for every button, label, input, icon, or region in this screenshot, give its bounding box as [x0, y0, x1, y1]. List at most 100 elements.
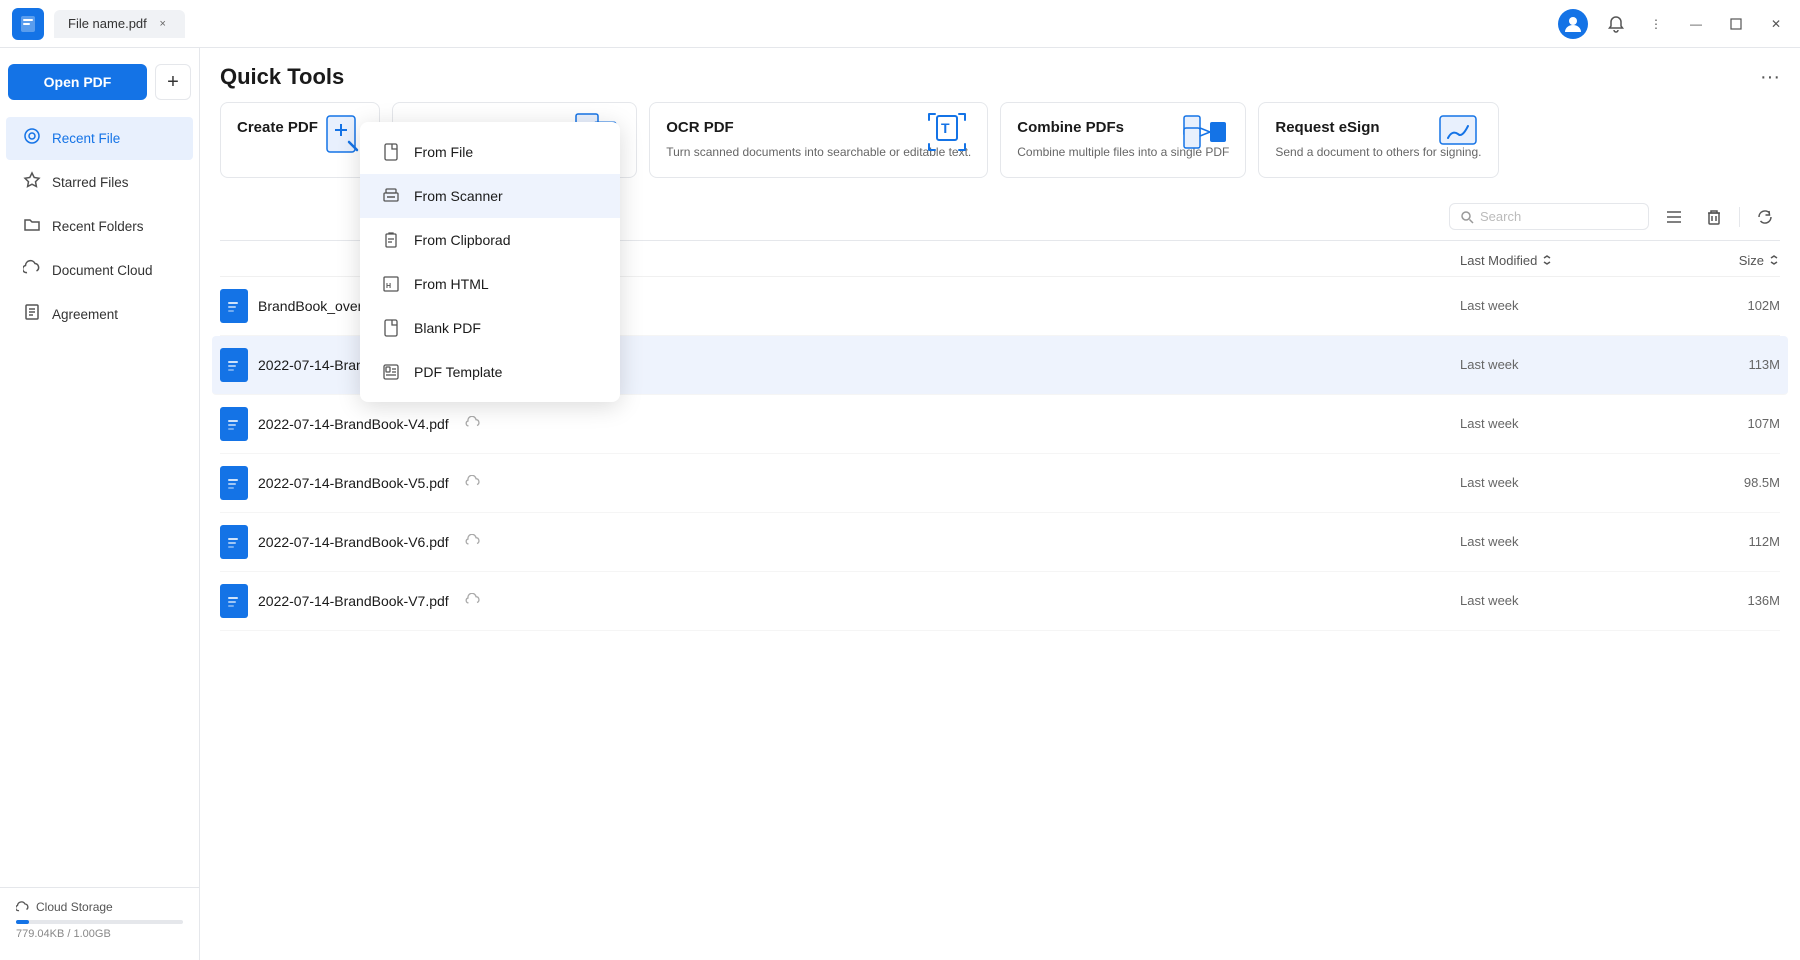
- sidebar: Open PDF + Recent File Starred Files R: [0, 48, 200, 960]
- dropdown-menu: From File From Scanner From Clipborad H …: [360, 122, 620, 402]
- ocr-pdf-icon: T: [921, 106, 973, 163]
- file-name-cell: 2022-07-14-BrandBook-V7.pdf: [220, 584, 1460, 618]
- maximize-button[interactable]: [1724, 12, 1748, 36]
- dropdown-item-label-from-html: From HTML: [414, 276, 489, 292]
- file-size: 136M: [1660, 593, 1780, 608]
- dropdown-item-label-from-scanner: From Scanner: [414, 188, 503, 204]
- sidebar-item-label-folders: Recent Folders: [52, 219, 144, 234]
- dropdown-item-from-clipboard[interactable]: From Clipborad: [360, 218, 620, 262]
- file-name-cell: 2022-07-14-BrandBook-V6.pdf: [220, 525, 1460, 559]
- blank-pdf-icon: [380, 317, 402, 339]
- agreement-icon: [22, 303, 42, 326]
- tool-card-combine-pdfs[interactable]: Combine PDFs Combine multiple files into…: [1000, 102, 1246, 178]
- bell-icon[interactable]: [1604, 12, 1628, 36]
- more-options-icon[interactable]: ⋮: [1644, 12, 1668, 36]
- search-box[interactable]: Search: [1449, 203, 1649, 230]
- delete-btn[interactable]: [1699, 202, 1729, 232]
- new-file-button[interactable]: +: [155, 64, 191, 100]
- pdf-template-icon: [380, 361, 402, 383]
- tab-label: File name.pdf: [68, 16, 147, 31]
- tool-card-ocr-pdf[interactable]: OCR PDF Turn scanned documents into sear…: [649, 102, 988, 178]
- sidebar-item-recent-file[interactable]: Recent File: [6, 117, 193, 160]
- dropdown-item-from-html[interactable]: H From HTML: [360, 262, 620, 306]
- cloud-nav-icon: [22, 259, 42, 282]
- file-size: 113M: [1660, 357, 1780, 372]
- cloud-sync-icon: [465, 534, 481, 549]
- open-pdf-button[interactable]: Open PDF: [8, 64, 147, 100]
- table-row[interactable]: 2022-07-14-BrandBook-V5.pdf Last week 98…: [220, 454, 1780, 513]
- quick-tools-header: Quick Tools ···: [200, 48, 1800, 102]
- search-placeholder: Search: [1480, 209, 1521, 224]
- tab-close-btn[interactable]: ×: [155, 16, 171, 32]
- tool-card-create-pdf[interactable]: Create PDF: [220, 102, 380, 178]
- list-view-btn[interactable]: [1659, 202, 1689, 232]
- sidebar-item-starred-files[interactable]: Starred Files: [6, 161, 193, 204]
- dropdown-item-from-file[interactable]: From File: [360, 130, 620, 174]
- file-name: 2022-07-14-BrandBook-V5.pdf: [258, 475, 449, 491]
- table-row[interactable]: 2022-07-14-BrandBook-V4.pdf Last week 10…: [220, 395, 1780, 454]
- cloud-sync-icon: [465, 475, 481, 490]
- file-date: Last week: [1460, 357, 1660, 372]
- file-date: Last week: [1460, 416, 1660, 431]
- cloud-sync-icon: [465, 416, 481, 431]
- folder-icon: [22, 215, 42, 238]
- from-scanner-icon: [380, 185, 402, 207]
- tool-card-request-esign[interactable]: Request eSign Send a document to others …: [1258, 102, 1498, 178]
- recent-file-icon: [22, 127, 42, 150]
- file-size: 112M: [1660, 534, 1780, 549]
- file-size: 102M: [1660, 298, 1780, 313]
- storage-progress-bar: [16, 920, 183, 924]
- file-size: 107M: [1660, 416, 1780, 431]
- table-row[interactable]: 2022-07-14-BrandBook-V7.pdf Last week 13…: [220, 572, 1780, 631]
- cloud-storage-label: Cloud Storage: [16, 900, 183, 914]
- file-icon: [220, 348, 248, 382]
- sort-by-size-btn[interactable]: Size: [1660, 253, 1780, 268]
- svg-text:H: H: [386, 283, 391, 290]
- file-icon: [220, 584, 248, 618]
- titlebar: File name.pdf × ⋮ — ✕: [0, 0, 1800, 48]
- titlebar-left: File name.pdf ×: [12, 8, 185, 40]
- file-icon: [220, 289, 248, 323]
- from-file-icon: [380, 141, 402, 163]
- dropdown-item-blank-pdf[interactable]: Blank PDF: [360, 306, 620, 350]
- quick-tools-more-btn[interactable]: ···: [1760, 66, 1780, 89]
- file-name-cell: 2022-07-14-BrandBook-V5.pdf: [220, 466, 1460, 500]
- toolbar-divider: [1739, 207, 1740, 227]
- quick-tools-title: Quick Tools: [220, 64, 344, 90]
- sidebar-item-recent-folders[interactable]: Recent Folders: [6, 205, 193, 248]
- create-pdf-icon: [317, 110, 365, 163]
- file-name: 2022-07-14-BrandBook-V7.pdf: [258, 593, 449, 609]
- svg-text:T: T: [941, 120, 950, 136]
- table-row[interactable]: 2022-07-14-BrandBook-V6.pdf Last week 11…: [220, 513, 1780, 572]
- dropdown-item-label-from-file: From File: [414, 144, 473, 160]
- file-date: Last week: [1460, 593, 1660, 608]
- sidebar-nav: Recent File Starred Files Recent Folders…: [0, 108, 199, 887]
- file-icon: [220, 525, 248, 559]
- sidebar-bottom: Cloud Storage 779.04KB / 1.00GB: [0, 887, 199, 952]
- app-icon: [12, 8, 44, 40]
- file-name: 2022-07-14-BrandBook-V4.pdf: [258, 416, 449, 432]
- main-layout: Open PDF + Recent File Starred Files R: [0, 48, 1800, 960]
- sidebar-item-label-recent: Recent File: [52, 131, 120, 146]
- combine-pdfs-icon: [1179, 106, 1231, 163]
- dropdown-item-pdf-template[interactable]: PDF Template: [360, 350, 620, 394]
- request-esign-icon: [1432, 106, 1484, 163]
- avatar[interactable]: [1558, 9, 1588, 39]
- from-html-icon: H: [380, 273, 402, 295]
- storage-usage-text: 779.04KB / 1.00GB: [16, 928, 183, 940]
- minimize-button[interactable]: —: [1684, 12, 1708, 36]
- sidebar-item-agreement[interactable]: Agreement: [6, 293, 193, 336]
- cloud-sync-icon: [465, 593, 481, 608]
- dropdown-item-from-scanner[interactable]: From Scanner: [360, 174, 620, 218]
- file-name: 2022-07-14-BrandBook-V6.pdf: [258, 534, 449, 550]
- sort-by-date-btn[interactable]: Last Modified: [1460, 253, 1660, 268]
- sidebar-item-label-agreement: Agreement: [52, 307, 118, 322]
- refresh-btn[interactable]: [1750, 202, 1780, 232]
- sidebar-item-document-cloud[interactable]: Document Cloud: [6, 249, 193, 292]
- dropdown-item-label-blank-pdf: Blank PDF: [414, 320, 481, 336]
- close-button[interactable]: ✕: [1764, 12, 1788, 36]
- file-date: Last week: [1460, 534, 1660, 549]
- sidebar-item-label-starred: Starred Files: [52, 175, 129, 190]
- tab[interactable]: File name.pdf ×: [54, 10, 185, 38]
- sidebar-item-label-cloud: Document Cloud: [52, 263, 153, 278]
